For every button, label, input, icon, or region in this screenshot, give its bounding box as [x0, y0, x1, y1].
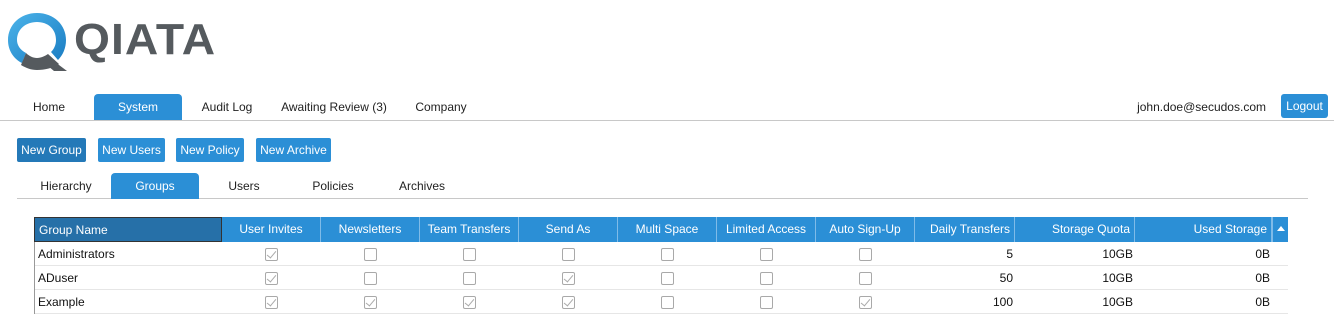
new-policy-button[interactable]: New Policy — [176, 138, 244, 162]
multi-space-checkbox[interactable] — [661, 296, 674, 309]
tab-policies[interactable]: Policies — [293, 173, 373, 199]
column-header-send-as[interactable]: Send As — [519, 217, 618, 242]
team-transfers-checkbox[interactable] — [463, 272, 476, 285]
limited-access-checkbox[interactable] — [760, 248, 773, 261]
new-group-button[interactable]: New Group — [17, 138, 86, 162]
tab-system[interactable]: System — [94, 94, 182, 120]
newsletters-checkbox[interactable] — [364, 296, 377, 309]
table-header: Group Name User Invites Newsletters Team… — [34, 217, 1288, 242]
top-navigation: Home System Audit Log Awaiting Review (3… — [0, 94, 1334, 121]
column-header-used-storage[interactable]: Used Storage — [1135, 217, 1272, 242]
send-as-checkbox[interactable] — [562, 296, 575, 309]
column-header-limited-access[interactable]: Limited Access — [717, 217, 816, 242]
column-header-newsletters[interactable]: Newsletters — [321, 217, 420, 242]
logout-button[interactable]: Logout — [1281, 94, 1328, 118]
qiata-logo: QIATA — [4, 8, 220, 72]
tab-audit-log[interactable]: Audit Log — [192, 94, 262, 120]
auto-sign-up-checkbox[interactable] — [859, 296, 872, 309]
table-row[interactable]: Example 100 10GB 0B — [35, 290, 1288, 314]
column-header-user-invites[interactable]: User Invites — [222, 217, 321, 242]
multi-space-checkbox[interactable] — [661, 248, 674, 261]
team-transfers-checkbox[interactable] — [463, 248, 476, 261]
tab-home[interactable]: Home — [18, 94, 80, 120]
group-name-cell: Example — [38, 295, 85, 309]
tab-archives[interactable]: Archives — [383, 173, 461, 199]
group-name-cell: Administrators — [38, 247, 115, 261]
column-header-multi-space[interactable]: Multi Space — [618, 217, 717, 242]
daily-transfers-cell: 5 — [1006, 247, 1013, 261]
send-as-checkbox[interactable] — [562, 272, 575, 285]
table-body: Administrators 5 10GB 0B ADuser 50 10GB … — [34, 242, 1288, 314]
table-row[interactable]: ADuser 50 10GB 0B — [35, 266, 1288, 290]
tab-company[interactable]: Company — [406, 94, 476, 120]
table-row[interactable]: Administrators 5 10GB 0B — [35, 242, 1288, 266]
multi-space-checkbox[interactable] — [661, 272, 674, 285]
auto-sign-up-checkbox[interactable] — [859, 272, 872, 285]
tab-groups[interactable]: Groups — [111, 173, 199, 199]
column-header-group-name[interactable]: Group Name — [34, 217, 222, 242]
newsletters-checkbox[interactable] — [364, 272, 377, 285]
used-storage-cell: 0B — [1255, 247, 1270, 261]
newsletters-checkbox[interactable] — [364, 248, 377, 261]
used-storage-cell: 0B — [1255, 295, 1270, 309]
column-header-auto-sign-up[interactable]: Auto Sign-Up — [816, 217, 915, 242]
sort-ascending-icon[interactable] — [1272, 217, 1288, 242]
user-invites-checkbox[interactable] — [265, 272, 278, 285]
auto-sign-up-checkbox[interactable] — [859, 248, 872, 261]
storage-quota-cell: 10GB — [1102, 295, 1133, 309]
used-storage-cell: 0B — [1255, 271, 1270, 285]
new-archive-button[interactable]: New Archive — [256, 138, 331, 162]
tab-awaiting-review[interactable]: Awaiting Review (3) — [272, 94, 396, 120]
daily-transfers-cell: 100 — [992, 295, 1013, 309]
storage-quota-cell: 10GB — [1102, 247, 1133, 261]
column-header-storage-quota[interactable]: Storage Quota — [1015, 217, 1135, 242]
column-header-daily-transfers[interactable]: Daily Transfers — [915, 217, 1015, 242]
limited-access-checkbox[interactable] — [760, 296, 773, 309]
limited-access-checkbox[interactable] — [760, 272, 773, 285]
user-email: john.doe@secudos.com — [1137, 100, 1266, 114]
groups-table: Group Name User Invites Newsletters Team… — [34, 217, 1288, 314]
group-name-cell: ADuser — [38, 271, 79, 285]
tab-hierarchy[interactable]: Hierarchy — [27, 173, 105, 199]
new-users-button[interactable]: New Users — [98, 138, 165, 162]
send-as-checkbox[interactable] — [562, 248, 575, 261]
team-transfers-checkbox[interactable] — [463, 296, 476, 309]
logo-text: QIATA — [74, 15, 217, 64]
storage-quota-cell: 10GB — [1102, 271, 1133, 285]
column-header-team-transfers[interactable]: Team Transfers — [420, 217, 519, 242]
user-invites-checkbox[interactable] — [265, 248, 278, 261]
daily-transfers-cell: 50 — [999, 271, 1013, 285]
sub-navigation: Hierarchy Groups Users Policies Archives — [17, 173, 1308, 199]
user-invites-checkbox[interactable] — [265, 296, 278, 309]
qiata-q-logo-icon — [8, 13, 67, 71]
tab-users[interactable]: Users — [205, 173, 283, 199]
